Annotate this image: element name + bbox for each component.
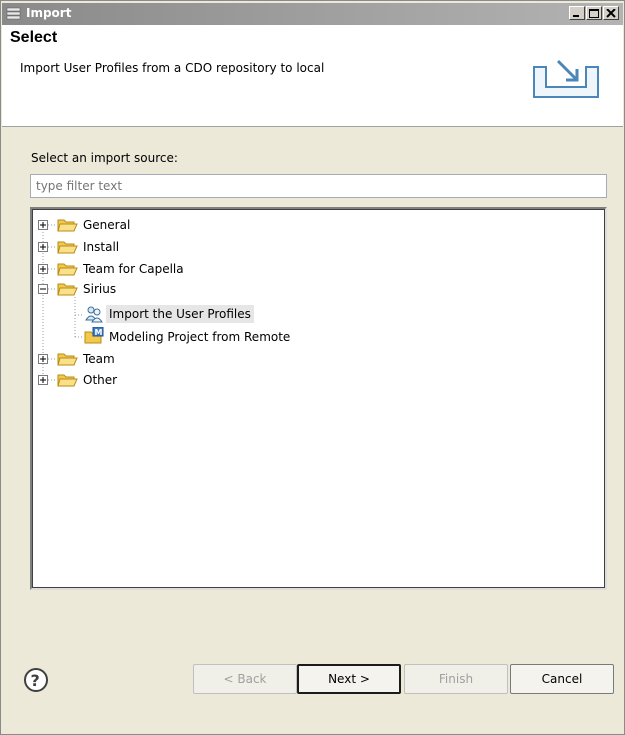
page-title: Select (10, 29, 58, 46)
expand-icon[interactable] (38, 354, 49, 365)
tree-item-modeling-project-from-remote[interactable]: M Modeling Project from Remote (84, 327, 344, 347)
open-folder-icon (57, 283, 78, 296)
tree-item-team-for-capella[interactable]: Team for Capella (38, 259, 258, 279)
maximize-button[interactable] (586, 6, 602, 20)
cancel-button[interactable]: Cancel (510, 664, 614, 694)
modeling-project-icon: M (84, 327, 104, 344)
expand-icon[interactable] (38, 375, 49, 386)
tree-item-team[interactable]: Team (38, 349, 238, 369)
next-button[interactable]: Next > (297, 664, 401, 694)
title-bar[interactable]: Import (2, 3, 623, 25)
svg-text:?: ? (31, 671, 40, 690)
svg-text:M: M (95, 328, 103, 337)
finish-button[interactable]: Finish (404, 664, 508, 694)
tree-item-label: Sirius (83, 282, 117, 296)
maximize-icon (589, 9, 599, 18)
expand-icon[interactable] (38, 264, 49, 275)
back-button[interactable]: < Back (193, 664, 297, 694)
page-description: Import User Profiles from a CDO reposito… (20, 61, 325, 75)
tree-item-sirius[interactable]: Sirius (38, 279, 238, 299)
tree-item-label: General (83, 218, 131, 232)
tree-item-install[interactable]: Install (38, 237, 238, 257)
tree-item-label: Install (83, 240, 120, 254)
tree-item-label: Import the User Profiles (106, 305, 254, 323)
collapse-icon[interactable] (38, 284, 49, 295)
tree-item-label: Other (83, 373, 118, 387)
folder-icon (57, 353, 78, 366)
minimize-icon (573, 15, 579, 17)
folder-icon (57, 219, 78, 232)
minimize-button[interactable] (569, 6, 585, 20)
import-wizard-icon (533, 59, 599, 98)
users-icon (85, 306, 103, 323)
tree-item-label: Modeling Project from Remote (109, 330, 291, 344)
help-icon[interactable]: ? (23, 667, 49, 693)
folder-icon (57, 374, 78, 387)
tree-item-other[interactable]: Other (38, 370, 238, 390)
folder-icon (57, 241, 78, 254)
folder-icon (57, 263, 78, 276)
close-icon (606, 9, 616, 18)
import-dialog: Import Select Import User Profiles from … (0, 0, 625, 735)
close-button[interactable] (603, 6, 619, 20)
window-title: Import (26, 6, 72, 20)
tree-item-general[interactable]: General (38, 215, 238, 235)
import-window-icon (6, 7, 21, 20)
tree-item-label: Team for Capella (83, 262, 184, 276)
tree-item-import-user-profiles[interactable]: Import the User Profiles (84, 305, 304, 325)
tree-item-label: Team (83, 352, 115, 366)
import-source-label: Select an import source: (31, 151, 178, 165)
wizard-banner: Select Import User Profiles from a CDO r… (2, 25, 623, 127)
import-source-tree[interactable]: General Install Team for Capella Sirius (30, 207, 607, 590)
expand-icon[interactable] (38, 220, 49, 231)
filter-input[interactable] (30, 174, 607, 198)
expand-icon[interactable] (38, 242, 49, 253)
